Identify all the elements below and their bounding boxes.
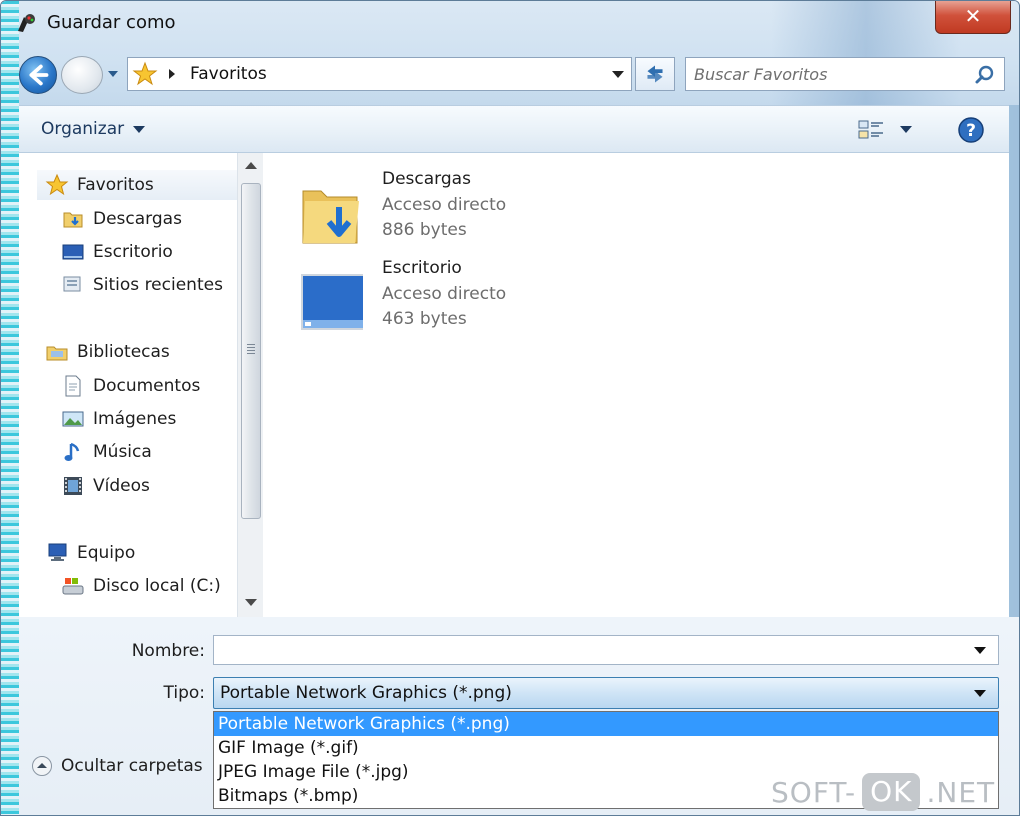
nav-label: Escritorio [93,242,173,262]
svg-text:?: ? [966,121,976,141]
watermark-pill: OK [862,773,921,811]
nav-label: Música [93,442,152,462]
paint-app-icon [18,14,35,32]
nav-group-favorites[interactable]: Favoritos [37,170,237,200]
nav-item-local-disk[interactable]: Disco local (C:) [61,571,221,601]
desktop-icon [301,274,363,330]
nav-label: Imágenes [93,409,177,429]
file-name: Descargas [382,169,471,189]
back-button[interactable] [19,56,57,94]
nav-label: Favoritos [77,175,154,195]
file-name: Escritorio [382,258,462,278]
navigation-scrollbar[interactable] [237,153,263,617]
collapse-up-icon [32,756,52,776]
hide-folders-button[interactable]: Ocultar carpetas [31,755,203,777]
search-icon[interactable] [974,64,996,86]
nav-item-desktop[interactable]: Escritorio [61,237,173,267]
nav-group-computer[interactable]: Equipo [45,538,135,568]
search-box[interactable] [685,57,1005,91]
window-title: Guardar como [47,12,176,33]
file-item-desktop[interactable]: Escritorio Acceso directo 463 bytes [295,258,695,342]
pictures-icon [62,411,84,427]
music-icon [64,442,80,461]
nav-item-pictures[interactable]: Imágenes [61,404,176,434]
recent-pages-chevron-icon[interactable] [107,69,119,79]
nav-item-videos[interactable]: Vídeos [61,471,150,501]
libraries-icon [46,346,68,361]
file-name-field[interactable] [213,635,999,665]
recent-places-icon [63,276,81,292]
address-bar[interactable]: Favoritos [127,57,632,91]
downloads-folder-icon [63,212,83,228]
nav-label: Vídeos [93,476,150,496]
file-list-pane: Descargas Acceso directo 886 bytes Escri… [263,153,1009,617]
star-icon [45,173,69,196]
change-view-icon[interactable] [857,118,885,142]
address-dropdown-icon[interactable] [612,70,624,79]
downloads-folder-icon [302,190,359,244]
hide-folders-label: Ocultar carpetas [61,756,203,776]
nav-label: Equipo [77,543,136,563]
help-icon[interactable]: ? [957,116,985,144]
nav-label: Disco local (C:) [93,576,221,596]
arrow-left-icon [29,64,49,86]
favorites-star-icon [132,61,158,86]
chevron-down-icon[interactable] [974,690,986,698]
nav-item-downloads[interactable]: Descargas [61,204,182,234]
file-type: Acceso directo [382,195,507,215]
nav-item-music[interactable]: Música [61,437,152,467]
file-type-value[interactable]: Portable Network Graphics (*.png) [220,683,512,703]
file-size: 886 bytes [382,220,467,240]
navigation-pane: Favoritos Descargas Escritorio Sitios re… [19,153,237,617]
save-as-dialog: Guardar como ✕ Favoritos Organizar [0,0,1020,816]
watermark-left: SOFT- [771,775,857,809]
nav-label: Documentos [93,376,201,396]
organize-menu-button[interactable]: Organizar [41,119,124,139]
search-input[interactable] [694,62,964,86]
breadcrumb-chevron-icon[interactable] [168,69,176,79]
scroll-up-arrow-icon[interactable] [245,161,257,169]
nav-label: Bibliotecas [77,342,170,362]
views-dropdown-icon[interactable] [900,126,912,134]
nav-label: Descargas [93,209,182,229]
chevron-down-icon[interactable] [974,647,986,655]
file-size: 463 bytes [382,309,467,329]
forward-button[interactable] [61,56,103,94]
nav-group-libraries[interactable]: Bibliotecas [45,337,170,367]
name-label: Nombre: [131,641,205,661]
file-type: Acceso directo [382,284,507,304]
address-location[interactable]: Favoritos [190,64,267,84]
desktop-icon [62,244,84,260]
file-type-select[interactable]: Portable Network Graphics (*.png) [213,677,999,709]
documents-icon [65,375,81,397]
watermark-right: .NET [926,775,996,809]
file-item-downloads[interactable]: Descargas Acceso directo 886 bytes [295,169,695,253]
refresh-icon [647,65,663,83]
refresh-button[interactable] [635,57,675,91]
nav-label: Sitios recientes [93,275,223,295]
scroll-down-arrow-icon[interactable] [245,599,257,607]
file-type-option-gif[interactable]: GIF Image (*.gif) [214,736,998,760]
site-watermark: SOFT- OK .NET [771,773,995,811]
local-disk-icon [62,578,84,595]
command-toolbar: Organizar ? [19,105,1009,153]
window-left-edge [1,1,19,815]
videos-icon [64,477,82,495]
close-button[interactable]: ✕ [935,1,1011,34]
computer-icon [48,543,67,561]
scrollbar-thumb[interactable] [241,183,261,519]
nav-item-recent-places[interactable]: Sitios recientes [61,270,223,300]
chevron-down-icon[interactable] [133,126,145,134]
nav-item-documents[interactable]: Documentos [61,371,200,401]
scrollbar-grip [247,344,255,354]
file-name-input[interactable] [218,639,958,661]
type-label: Tipo: [163,683,205,703]
file-type-option-png[interactable]: Portable Network Graphics (*.png) [214,712,998,736]
